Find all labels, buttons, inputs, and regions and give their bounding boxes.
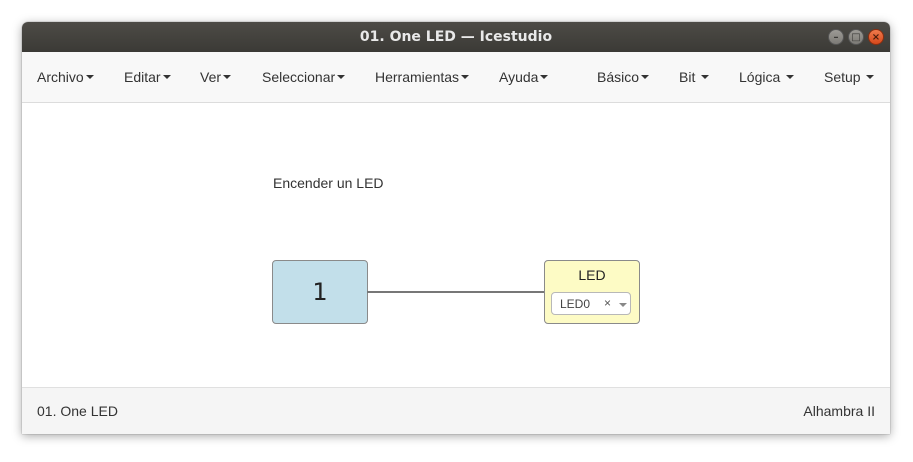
menu-editar[interactable]: Editar [124, 52, 171, 102]
caret-down-icon [223, 75, 232, 80]
menu-bar: Archivo Editar Ver Seleccionar Herramien… [22, 52, 890, 103]
menu-label: Archivo [37, 69, 84, 85]
menu-ayuda[interactable]: Ayuda [499, 52, 549, 102]
window-title: 01. One LED — Icestudio [359, 29, 553, 45]
menu-bit[interactable]: Bit [679, 52, 710, 102]
menu-seleccionar[interactable]: Seleccionar [262, 52, 346, 102]
caret-down-icon [786, 75, 795, 80]
menu-label: Setup [824, 69, 861, 85]
menu-archivo[interactable]: Archivo [37, 52, 94, 102]
menu-label: Ver [200, 69, 222, 85]
board-name[interactable]: Alhambra II [803, 388, 875, 434]
design-canvas[interactable]: Encender un LED 1 LED LED0 × [22, 103, 890, 387]
caret-down-icon [540, 75, 549, 80]
led-output-block[interactable]: LED LED0 × [544, 260, 640, 324]
caret-down-icon [337, 75, 346, 80]
maximize-icon[interactable]: □ [848, 29, 864, 45]
menu-setup[interactable]: Setup [824, 52, 875, 102]
minimize-icon[interactable]: – [828, 29, 844, 45]
clear-icon[interactable]: × [604, 296, 611, 310]
caret-down-icon [85, 75, 94, 80]
caret-down-icon [162, 75, 171, 80]
caret-down-icon [461, 75, 470, 80]
menu-label: Seleccionar [262, 69, 336, 85]
led-block-title: LED [578, 267, 606, 283]
project-name: 01. One LED [37, 403, 118, 419]
connection-wire[interactable] [367, 291, 544, 293]
title-bar[interactable]: 01. One LED — Icestudio – □ × [22, 22, 890, 52]
pin-select[interactable]: LED0 × [551, 292, 631, 315]
menu-herramientas[interactable]: Herramientas [375, 52, 470, 102]
constant-block[interactable]: 1 [272, 260, 368, 324]
menu-basico[interactable]: Básico [597, 52, 650, 102]
comment-block[interactable]: Encender un LED [273, 175, 384, 191]
menu-label: Ayuda [499, 69, 539, 85]
app-window: 01. One LED — Icestudio – □ × Archivo Ed… [22, 22, 890, 434]
menu-label: Editar [124, 69, 161, 85]
menu-label: Bit [679, 69, 696, 85]
menu-logica[interactable]: Lógica [739, 52, 795, 102]
caret-down-icon [641, 75, 650, 80]
menu-label: Herramientas [375, 69, 460, 85]
caret-down-icon [866, 75, 875, 80]
pin-select-value: LED0 [560, 297, 591, 311]
menu-ver[interactable]: Ver [200, 52, 232, 102]
caret-down-icon [701, 75, 710, 80]
dropdown-arrow-icon[interactable] [619, 303, 627, 307]
menu-label: Básico [597, 69, 640, 85]
close-icon[interactable]: × [868, 29, 884, 45]
status-footer: 01. One LED Alhambra II [22, 387, 890, 434]
menu-label: Lógica [739, 69, 781, 85]
